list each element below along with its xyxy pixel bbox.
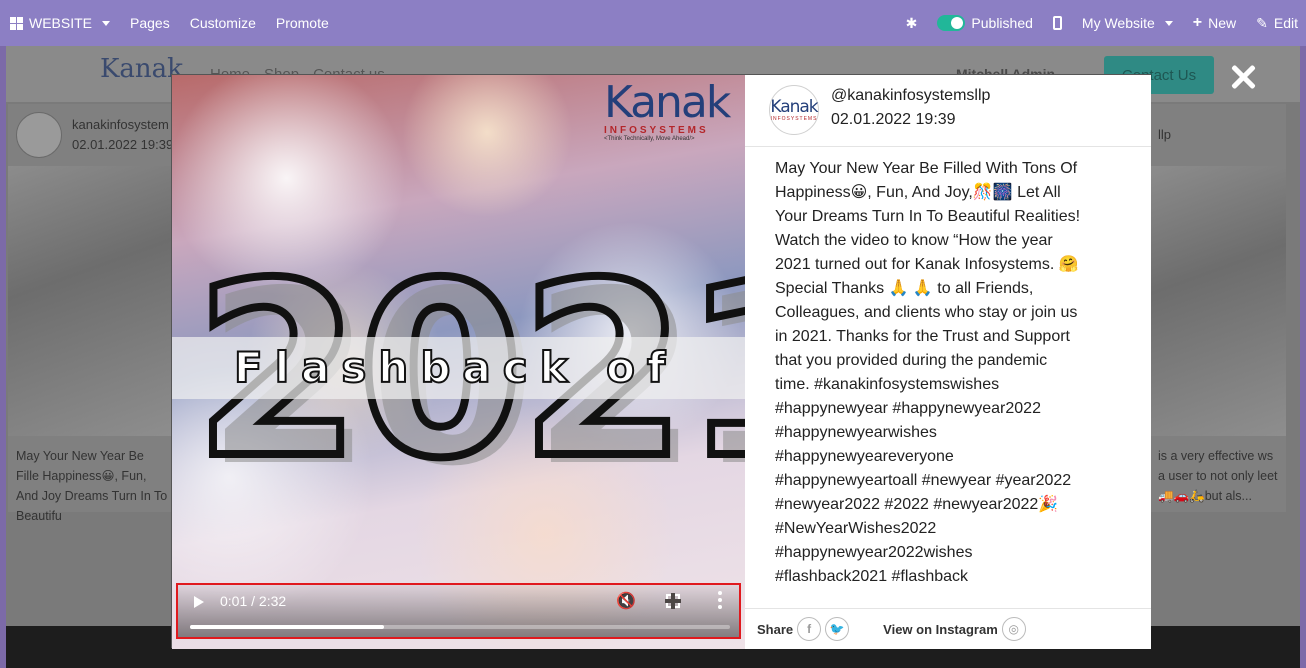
post-date: 02.01.2022 19:39 [72, 137, 174, 152]
post-details-panel: Kanak INFOSYSTEMS @kanakinfosystemsllp 0… [745, 75, 1151, 649]
post-date: 02.01.2022 19:39 [831, 111, 956, 128]
post-image [1150, 166, 1286, 436]
debug-button[interactable]: ✱ [896, 0, 928, 46]
post-footer: Share f 🐦 View on Instagram ◎ [745, 608, 1151, 649]
video-progress-fill [190, 625, 385, 629]
twitter-icon[interactable]: 🐦 [825, 617, 850, 641]
video-time: 0:01 / 2:32 [220, 593, 287, 609]
avatar[interactable]: Kanak INFOSYSTEMS [769, 85, 819, 135]
chevron-down-icon [102, 20, 111, 26]
apps-grid-icon [10, 16, 23, 30]
post-excerpt: May Your New Year Be Fille Happiness😀, F… [16, 449, 168, 523]
toggle-switch [937, 15, 966, 31]
new-label: New [1208, 15, 1237, 31]
bug-icon: ✱ [905, 14, 918, 31]
pencil-icon: ✎ [1256, 14, 1268, 31]
more-options-icon[interactable] [718, 591, 722, 609]
video-progress-bar[interactable] [190, 625, 730, 629]
flashback-text: Flashback of [233, 342, 678, 393]
post-account: llp [1158, 127, 1172, 142]
facebook-icon[interactable]: f [797, 617, 822, 641]
new-button[interactable]: + New [1183, 0, 1246, 46]
plus-icon: + [1192, 14, 1203, 31]
background-post-card-left[interactable]: kanakinfosystem 02.01.2022 19:39 May You… [8, 104, 178, 523]
edit-button[interactable]: ✎ Edit [1246, 0, 1306, 46]
video-player[interactable]: Kanak INFOSYSTEMS <Think Technically, Mo… [172, 75, 745, 649]
mobile-icon [1052, 16, 1062, 30]
website-apps-menu[interactable]: WEBSITE [0, 0, 120, 46]
video-controls: 0:01 / 2:32 🔇 [176, 583, 741, 639]
instagram-post-modal: Kanak INFOSYSTEMS <Think Technically, Mo… [171, 74, 1151, 649]
website-menu-label: WEBSITE [29, 15, 93, 31]
view-on-instagram-label: View on Instagram [883, 621, 998, 637]
my-website-label: My Website [1081, 15, 1155, 31]
avatar [16, 112, 62, 158]
muted-speaker-icon[interactable]: 🔇 [616, 591, 636, 611]
play-icon[interactable] [194, 596, 204, 608]
published-label: Published [971, 15, 1033, 31]
kanak-logo: Kanak INFOSYSTEMS <Think Technically, Mo… [604, 77, 731, 143]
website-editor-bar: WEBSITE Pages Customize Promote ✱ Publis… [0, 0, 1306, 46]
share-label: Share [757, 621, 794, 637]
post-excerpt: is a very effective ws a user to not onl… [1158, 449, 1278, 503]
customize-menu[interactable]: Customize [180, 0, 266, 46]
my-website-menu[interactable]: My Website [1072, 0, 1183, 46]
share-group: Share f 🐦 [757, 617, 850, 641]
post-caption: May Your New Year Be Filled With Tons Of… [775, 160, 1081, 585]
mobile-preview-button[interactable] [1043, 0, 1072, 46]
post-header: Kanak INFOSYSTEMS @kanakinfosystemsllp 0… [745, 75, 1151, 147]
post-username[interactable]: @kanakinfosystemsllp [831, 87, 990, 105]
fullscreen-icon[interactable] [665, 593, 681, 609]
published-toggle[interactable]: Published [927, 0, 1043, 46]
edit-label: Edit [1273, 15, 1298, 31]
close-icon[interactable] [1226, 60, 1260, 94]
post-account: kanakinfosystem [72, 117, 169, 132]
promote-menu[interactable]: Promote [266, 0, 339, 46]
post-image [8, 166, 178, 436]
instagram-icon: ◎ [1001, 617, 1026, 641]
pages-menu[interactable]: Pages [120, 0, 180, 46]
background-post-card-right[interactable]: llp is a very effective ws a user to not… [1150, 104, 1286, 512]
view-on-instagram-link[interactable]: View on Instagram ◎ [883, 617, 1026, 641]
chevron-down-icon [1164, 20, 1173, 26]
